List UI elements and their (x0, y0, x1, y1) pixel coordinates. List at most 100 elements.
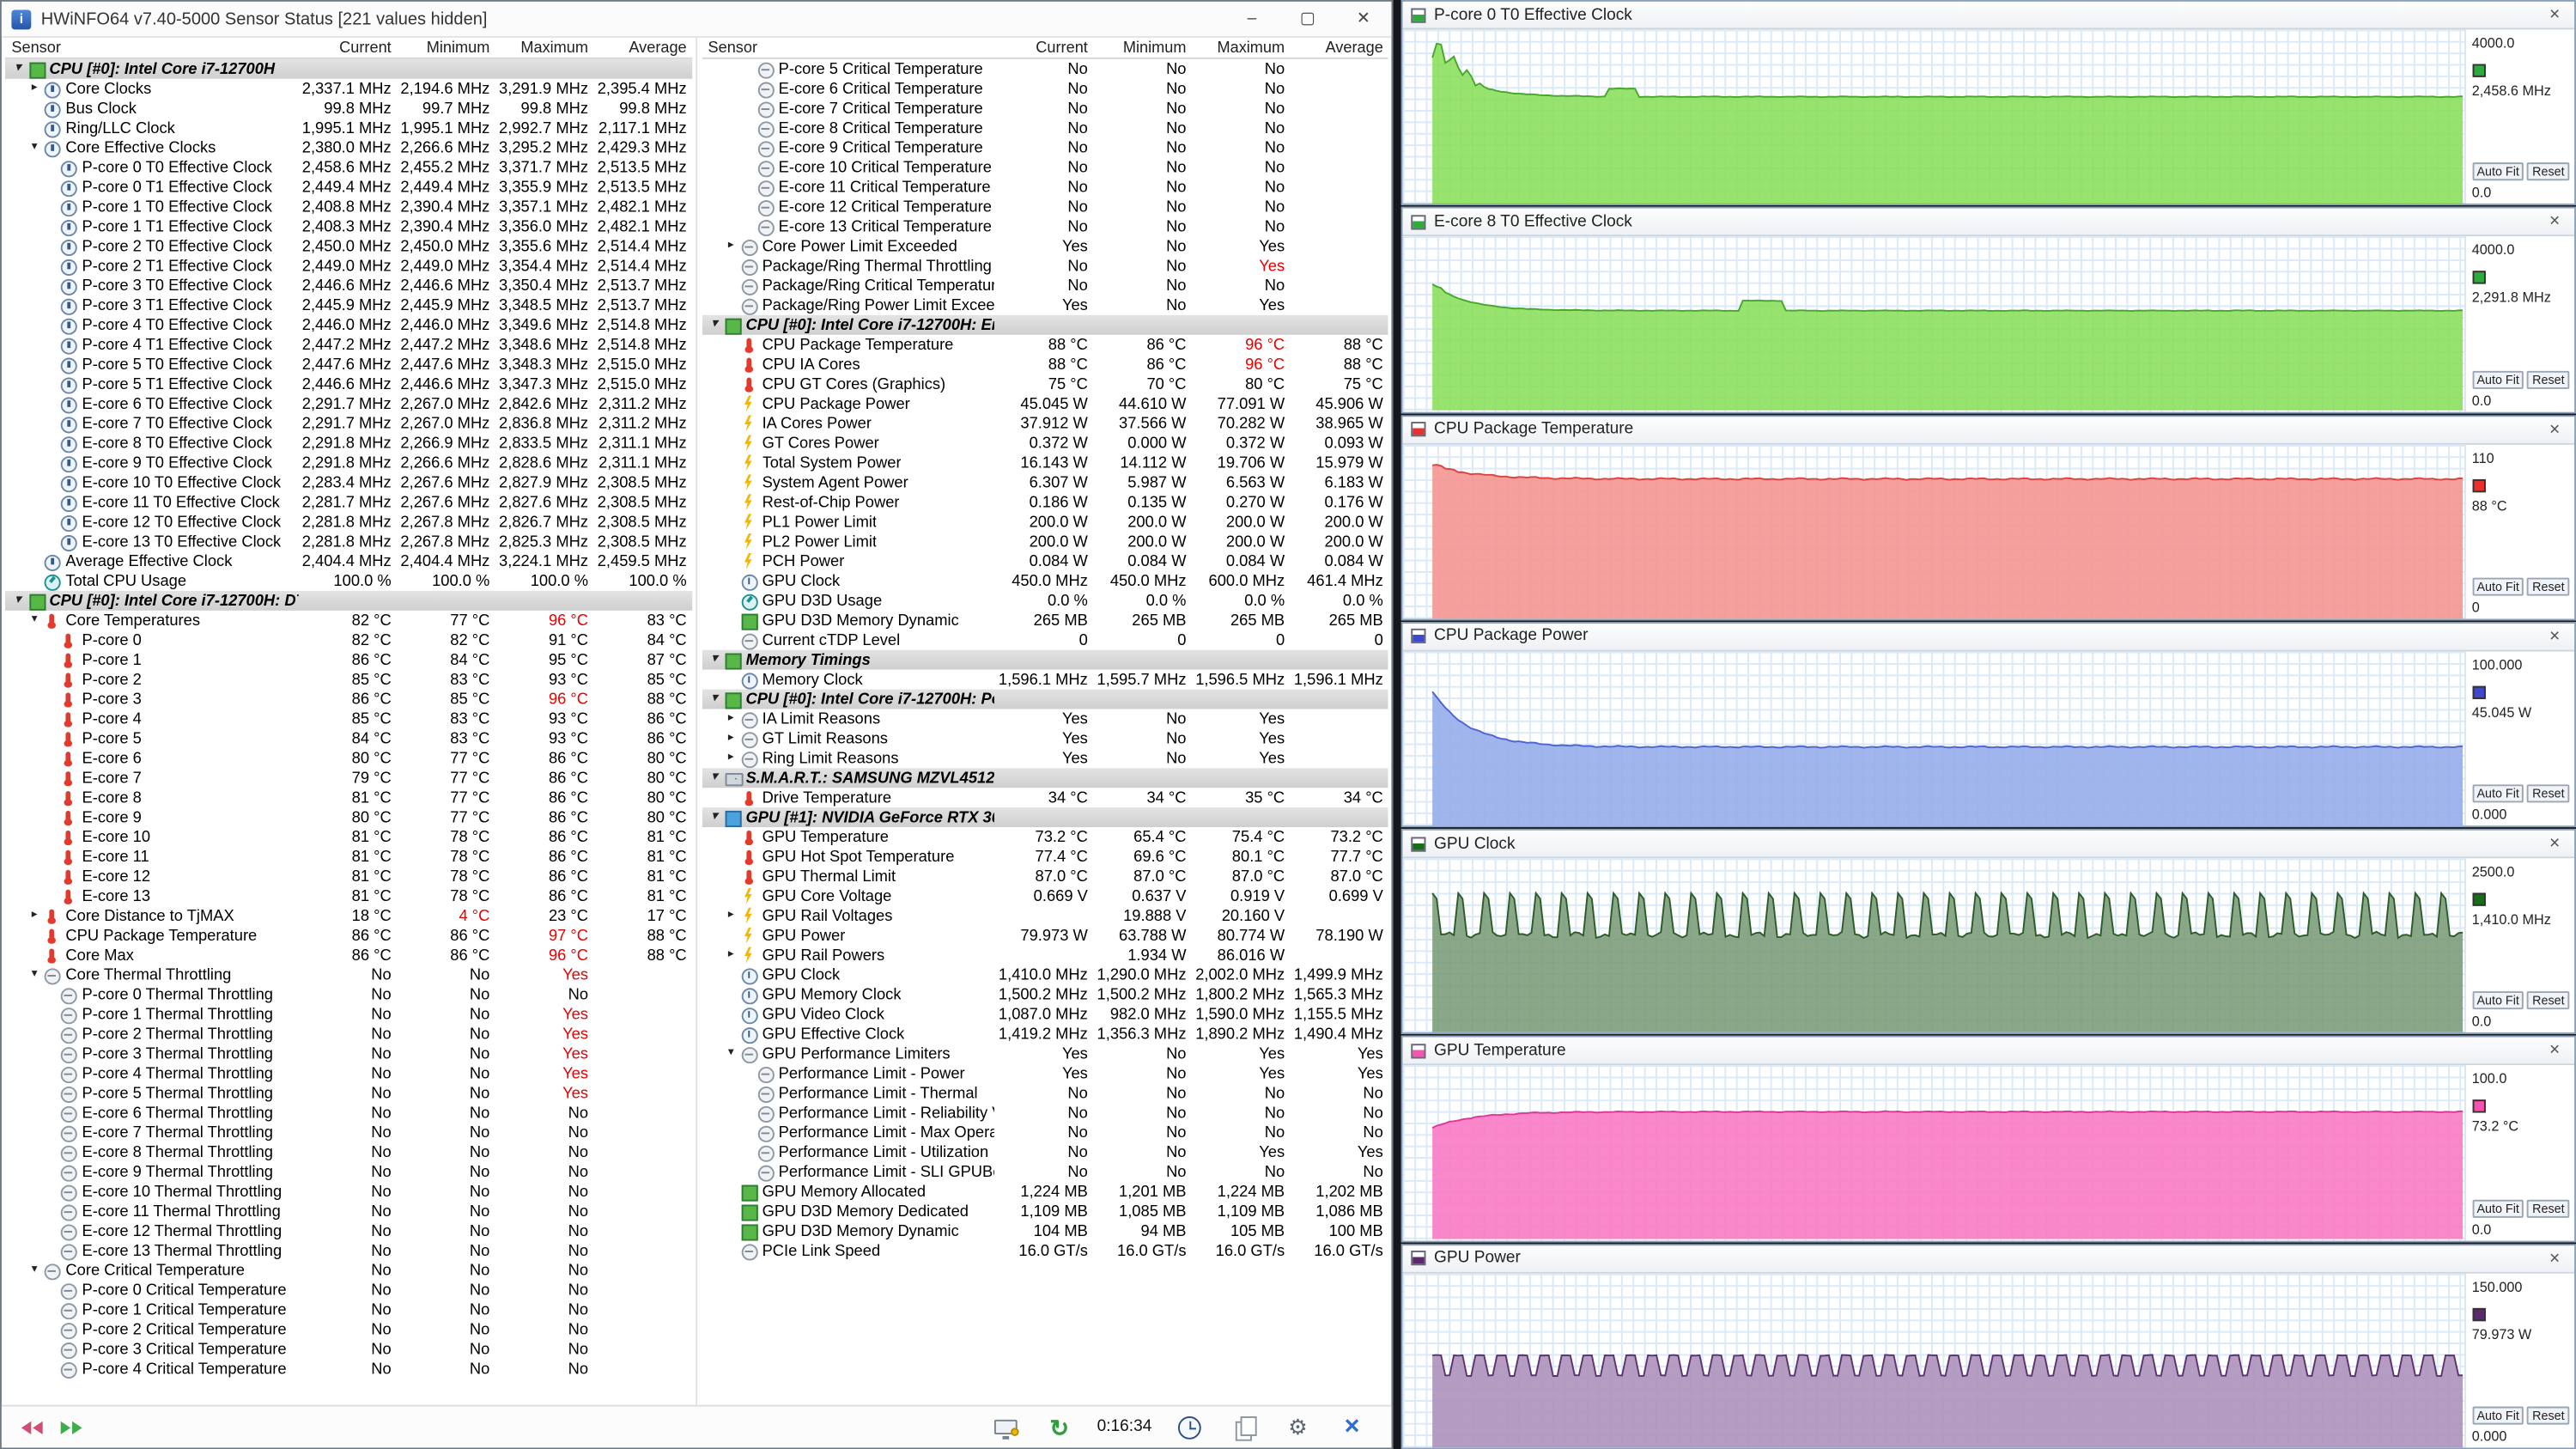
sensor-row[interactable]: P-core 2 T1 Effective Clock2,449.0 MHz2,… (5, 256, 692, 276)
sensor-row[interactable]: ▸Core Clocks2,337.1 MHz2,194.6 MHz3,291.… (5, 79, 692, 99)
column-minimum[interactable]: Minimum (1093, 39, 1192, 57)
sensor-group-row[interactable]: ▾GPU [#1]: NVIDIA GeForce RTX 3060 Lapt.… (702, 807, 1388, 827)
window-titlebar[interactable]: i HWiNFO64 v7.40-5000 Sensor Status [221… (2, 2, 1391, 38)
sensor-row[interactable]: System Agent Power6.307 W5.987 W6.563 W6… (702, 472, 1388, 492)
expand-arrow[interactable]: ▸ (723, 906, 739, 926)
sensor-row[interactable]: ▸GPU Rail Powers1.934 W86.016 W (702, 946, 1388, 965)
sensor-row[interactable]: Performance Limit - ThermalNoNoNoNo (702, 1083, 1388, 1103)
sensor-row[interactable]: ▾GPU Performance LimitersYesNoYesYes (702, 1044, 1388, 1063)
sensor-row[interactable]: E-core 680 °C77 °C86 °C80 °C (5, 748, 692, 768)
expand-arrow[interactable]: ▾ (707, 650, 723, 670)
sensor-row[interactable]: E-core 6 Thermal ThrottlingNoNoNo (5, 1103, 692, 1123)
sensor-row[interactable]: P-core 5 Thermal ThrottlingNoNoYes (5, 1083, 692, 1103)
sensor-row[interactable]: P-core 0 T0 Effective Clock2,458.6 MHz2,… (5, 157, 692, 177)
expand-arrow[interactable]: ▾ (723, 1044, 739, 1063)
expand-arrow[interactable]: ▾ (27, 611, 43, 630)
sensor-row[interactable]: E-core 6 Critical TemperatureNoNoNo (702, 79, 1388, 99)
sensor-row[interactable]: GPU Memory Clock1,500.2 MHz1,500.2 MHz1,… (702, 984, 1388, 1004)
sensor-row[interactable]: CPU Package Power45.045 W44.610 W77.091 … (702, 394, 1388, 414)
sensor-row[interactable]: Package/Ring Critical TemperatureNoNoNo (702, 276, 1388, 295)
sensor-row[interactable]: Bus Clock99.8 MHz99.7 MHz99.8 MHz99.8 MH… (5, 99, 692, 119)
sensor-row[interactable]: GPU Temperature73.2 °C65.4 °C75.4 °C73.2… (702, 827, 1388, 847)
sensor-row[interactable]: P-core 285 °C83 °C93 °C85 °C (5, 670, 692, 690)
sensor-row[interactable]: P-core 2 Thermal ThrottlingNoNoYes (5, 1024, 692, 1044)
sensor-row[interactable]: ▾Core Thermal ThrottlingNoNoYes (5, 965, 692, 985)
sensor-row[interactable]: ▾Core Critical TemperatureNoNoNo (5, 1260, 692, 1280)
column-maximum[interactable]: Maximum (1191, 39, 1290, 57)
graph-titlebar[interactable]: GPU Temperature× (1403, 1038, 2574, 1065)
expand-arrow[interactable]: ▾ (27, 1260, 43, 1280)
sensor-row[interactable]: CPU Package Temperature88 °C86 °C96 °C88… (702, 335, 1388, 355)
sensor-row[interactable]: E-core 1281 °C78 °C86 °C81 °C (5, 867, 692, 886)
sensor-row[interactable]: GPU Thermal Limit87.0 °C87.0 °C87.0 °C87… (702, 867, 1388, 886)
expand-arrow[interactable]: ▾ (707, 768, 723, 788)
sensor-row[interactable]: GPU D3D Memory Dynamic104 MB94 MB105 MB1… (702, 1221, 1388, 1241)
sensor-row[interactable]: Package/Ring Power Limit ExceededYesNoYe… (702, 295, 1388, 315)
expand-arrow[interactable]: ▾ (707, 315, 723, 335)
sensor-group-row[interactable]: ▾Memory Timings (702, 650, 1388, 670)
sensor-row[interactable]: P-core 0 Critical TemperatureNoNoNo (5, 1280, 692, 1300)
sensor-row[interactable]: E-core 12 Thermal ThrottlingNoNoNo (5, 1221, 692, 1241)
sensor-row[interactable]: GPU Power79.973 W63.788 W80.774 W78.190 … (702, 926, 1388, 946)
auto-fit-button[interactable]: Auto Fit (2472, 370, 2524, 388)
sensor-row[interactable]: E-core 980 °C77 °C86 °C80 °C (5, 807, 692, 827)
graph-close-button[interactable]: × (2543, 417, 2567, 441)
sensor-row[interactable]: E-core 779 °C77 °C86 °C80 °C (5, 768, 692, 788)
sensor-row[interactable]: P-core 1 Thermal ThrottlingNoNoYes (5, 1004, 692, 1024)
sensor-row[interactable]: P-core 082 °C82 °C91 °C84 °C (5, 630, 692, 650)
sensor-group-row[interactable]: ▾CPU [#0]: Intel Core i7-12700H: DTS (5, 591, 692, 611)
sensor-row[interactable]: GPU Clock1,410.0 MHz1,290.0 MHz2,002.0 M… (702, 965, 1388, 985)
sensor-row[interactable]: E-core 11 T0 Effective Clock2,281.7 MHz2… (5, 492, 692, 512)
expand-arrow[interactable]: ▾ (707, 690, 723, 709)
graph-titlebar[interactable]: GPU Power× (1403, 1245, 2574, 1273)
sensor-row[interactable]: Package/Ring Thermal ThrottlingNoNoYes (702, 256, 1388, 276)
sensor-row[interactable]: P-core 5 T0 Effective Clock2,447.6 MHz2,… (5, 355, 692, 374)
column-header-row[interactable]: Sensor Current Minimum Maximum Average (702, 38, 1388, 59)
sensor-row[interactable]: P-core 2 T0 Effective Clock2,450.0 MHz2,… (5, 236, 692, 256)
sensor-row[interactable]: P-core 1 T1 Effective Clock2,408.3 MHz2,… (5, 216, 692, 236)
sensor-row[interactable]: P-core 584 °C83 °C93 °C86 °C (5, 728, 692, 748)
graph-titlebar[interactable]: P-core 0 T0 Effective Clock× (1403, 2, 2574, 29)
sensor-row[interactable]: E-core 8 Thermal ThrottlingNoNoNo (5, 1142, 692, 1162)
sensor-row[interactable]: E-core 13 Critical TemperatureNoNoNo (702, 216, 1388, 236)
column-average[interactable]: Average (593, 39, 692, 57)
graph-close-button[interactable]: × (2543, 1247, 2567, 1270)
sensor-row[interactable]: GT Cores Power0.372 W0.000 W0.372 W0.093… (702, 433, 1388, 453)
column-sensor[interactable]: Sensor (702, 39, 994, 57)
close-button[interactable]: ✕ (1335, 2, 1391, 36)
column-sensor[interactable]: Sensor (5, 39, 298, 57)
sensor-row[interactable]: E-core 7 Critical TemperatureNoNoNo (702, 99, 1388, 119)
sensor-row[interactable]: PL1 Power Limit200.0 W200.0 W200.0 W200.… (702, 512, 1388, 532)
sensor-row[interactable]: E-core 13 T0 Effective Clock2,281.8 MHz2… (5, 532, 692, 551)
auto-fit-button[interactable]: Auto Fit (2472, 785, 2524, 803)
graph-close-button[interactable]: × (2543, 625, 2567, 648)
sensor-row[interactable]: P-core 485 °C83 °C93 °C86 °C (5, 709, 692, 728)
sensor-row[interactable]: E-core 11 Thermal ThrottlingNoNoNo (5, 1202, 692, 1221)
reset-button[interactable]: Reset (2527, 1199, 2569, 1217)
graph-titlebar[interactable]: CPU Package Temperature× (1403, 417, 2574, 444)
reset-button[interactable]: Reset (2527, 370, 2569, 388)
sensor-row[interactable]: P-core 386 °C85 °C96 °C88 °C (5, 690, 692, 709)
sensor-group-row[interactable]: ▾CPU [#0]: Intel Core i7-12700H (5, 59, 692, 79)
expand-arrow[interactable]: ▸ (27, 906, 43, 926)
sensor-row[interactable]: IA Cores Power37.912 W37.566 W70.282 W38… (702, 414, 1388, 434)
previous-page-button[interactable] (11, 1412, 51, 1441)
sensor-row[interactable]: E-core 9 Critical TemperatureNoNoNo (702, 138, 1388, 158)
sensor-row[interactable]: E-core 10 Thermal ThrottlingNoNoNo (5, 1182, 692, 1202)
reset-button[interactable]: Reset (2527, 577, 2569, 595)
sensor-row[interactable]: E-core 12 Critical TemperatureNoNoNo (702, 197, 1388, 216)
sensor-row[interactable]: GPU Memory Allocated1,224 MB1,201 MB1,22… (702, 1182, 1388, 1202)
sensor-row[interactable]: P-core 3 Critical TemperatureNoNoNo (5, 1339, 692, 1359)
sensor-row[interactable]: P-core 1 T0 Effective Clock2,408.8 MHz2,… (5, 197, 692, 216)
reset-button[interactable]: Reset (2527, 163, 2569, 181)
sensor-row[interactable]: Ring/LLC Clock1,995.1 MHz1,995.1 MHz2,99… (5, 119, 692, 138)
auto-fit-button[interactable]: Auto Fit (2472, 1199, 2524, 1217)
sensor-row[interactable]: Performance Limit - SLI GPUBoost SyncNoN… (702, 1162, 1388, 1182)
settings-button[interactable]: ⚙ (1281, 1412, 1314, 1441)
sensor-row[interactable]: GPU Core Voltage0.669 V0.637 V0.919 V0.6… (702, 886, 1388, 906)
sensor-row[interactable]: Performance Limit - UtilizationNoNoYesYe… (702, 1142, 1388, 1162)
reset-button[interactable]: Reset (2527, 1406, 2569, 1424)
sensor-row[interactable]: E-core 12 T0 Effective Clock2,281.8 MHz2… (5, 512, 692, 532)
expand-arrow[interactable]: ▸ (723, 236, 739, 256)
sensor-row[interactable]: P-core 3 T1 Effective Clock2,445.9 MHz2,… (5, 295, 692, 315)
